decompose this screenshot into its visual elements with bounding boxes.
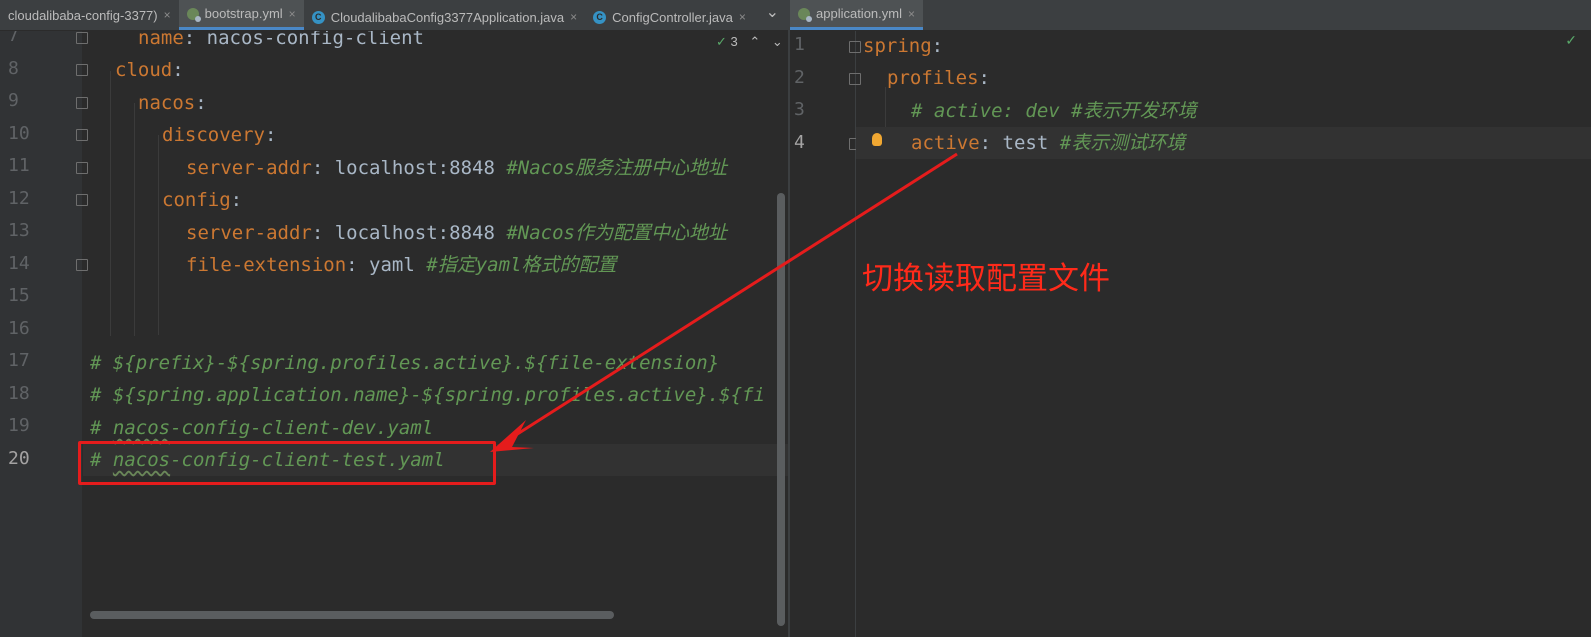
- chevron-down-icon[interactable]: ⌄: [772, 34, 783, 49]
- code-line-18: # ${spring.application.name}-${spring.pr…: [90, 384, 765, 406]
- tab-label: CloudalibabaConfig3377Application.java: [330, 9, 565, 25]
- indent-guide: [158, 135, 159, 335]
- close-icon[interactable]: ×: [570, 10, 577, 24]
- indent-guide: [885, 87, 886, 127]
- close-icon[interactable]: ×: [739, 10, 746, 24]
- tab-label: cloudalibaba-config-3377): [8, 7, 158, 23]
- lightbulb-icon[interactable]: [872, 133, 882, 146]
- yaml-file-icon: [798, 7, 812, 22]
- java-class-icon: C: [593, 10, 607, 24]
- left-tab-bar: cloudalibaba-config-3377) × bootstrap.ym…: [0, 0, 789, 31]
- code-line-4: active: test #表示测试环境: [911, 132, 1186, 154]
- yaml-key: nacos: [138, 92, 196, 114]
- java-class-icon: C: [311, 10, 325, 24]
- yaml-key: server-addr: [186, 222, 312, 244]
- indent-guide: [134, 103, 135, 336]
- code-line-19: # nacos-config-client-dev.yaml: [90, 412, 433, 444]
- vertical-scrollbar[interactable]: [777, 193, 785, 626]
- chevron-up-icon[interactable]: ⌃: [749, 34, 760, 49]
- check-icon: ✓: [716, 34, 727, 49]
- tab-overflow-chevron-icon[interactable]: ⌄: [766, 2, 779, 22]
- indent-guide: [110, 71, 111, 336]
- tab-label: bootstrap.yml: [204, 6, 283, 21]
- code-area[interactable]: name: nacos-config-client cloud: nacos: …: [0, 31, 788, 637]
- code-line-17: # ${prefix}-${spring.profiles.active}.${…: [90, 352, 720, 374]
- code-line-7: name: nacos-config-client: [138, 31, 424, 54]
- yaml-key: server-addr: [186, 157, 312, 179]
- yaml-key: name: [138, 31, 184, 49]
- warning-count: 3: [730, 34, 738, 49]
- yaml-comment: #Nacos服务注册中心地址: [506, 157, 727, 179]
- yaml-value: localhost:8848: [334, 222, 495, 244]
- code-line-1: spring:: [863, 35, 944, 57]
- tab-cloudalibaba-config[interactable]: cloudalibaba-config-3377) ×: [0, 0, 179, 30]
- code-area[interactable]: spring: profiles: # active: dev #表示开发环境 …: [790, 31, 1591, 637]
- typo-word: nacos: [112, 417, 171, 439]
- code-line-14: file-extension: yaml #指定yaml格式的配置: [186, 254, 617, 276]
- yaml-key: file-extension: [186, 254, 347, 276]
- yaml-key: config: [162, 189, 231, 211]
- left-editor[interactable]: 7 8 9 10 11 12 13 14 15 16 17 18 19 20 n…: [0, 31, 788, 637]
- yaml-key: spring: [863, 35, 932, 57]
- tab-label: application.yml: [816, 6, 902, 21]
- code-line-12: config:: [162, 189, 243, 211]
- tab-application-yml[interactable]: application.yml ×: [790, 0, 924, 30]
- yaml-value: test: [1002, 132, 1049, 154]
- close-icon[interactable]: ×: [908, 7, 915, 21]
- code-line-3: # active: dev #表示开发环境: [911, 100, 1197, 122]
- inspection-widget[interactable]: ✓ 3 ⌃ ⌄: [716, 34, 783, 50]
- yaml-file-icon: [186, 7, 201, 22]
- yaml-key: cloud: [115, 59, 173, 81]
- right-editor[interactable]: 1 2 3 4 spring: profiles: # active: dev …: [790, 31, 1591, 637]
- code-line-10: discovery:: [162, 124, 277, 146]
- close-icon[interactable]: ×: [289, 7, 296, 21]
- tab-bootstrap-yml[interactable]: bootstrap.yml ×: [178, 0, 304, 30]
- comment-text: -config-client-dev.yaml: [170, 417, 434, 439]
- check-icon: ✓: [1565, 32, 1577, 48]
- annotation-text: 切换读取配置文件: [862, 261, 1110, 297]
- tab-cloudalibaba-application-java[interactable]: C CloudalibabaConfig3377Application.java…: [304, 2, 585, 30]
- yaml-key: active: [911, 132, 980, 154]
- yaml-value: nacos-config-client: [206, 31, 424, 49]
- yaml-comment: #表示测试环境: [1059, 132, 1186, 154]
- yaml-key: discovery: [162, 124, 265, 146]
- code-line-8: cloud:: [115, 59, 184, 81]
- code-line-11: server-addr: localhost:8848 #Nacos服务注册中心…: [186, 157, 727, 179]
- tab-config-controller-java[interactable]: C ConfigController.java ×: [585, 2, 754, 30]
- close-icon[interactable]: ×: [164, 8, 171, 22]
- tab-label: ConfigController.java: [612, 9, 733, 25]
- yaml-value: localhost:8848: [334, 157, 495, 179]
- code-line-9: nacos:: [138, 92, 207, 114]
- yaml-comment: #指定yaml格式的配置: [426, 254, 617, 276]
- code-line-13: server-addr: localhost:8848 #Nacos作为配置中心…: [186, 222, 727, 244]
- comment-hash: #: [90, 417, 113, 439]
- code-line-2: profiles:: [887, 67, 990, 89]
- horizontal-scrollbar[interactable]: [90, 611, 614, 619]
- yaml-comment: #Nacos作为配置中心地址: [506, 222, 727, 244]
- highlight-box: [78, 441, 496, 485]
- yaml-key: profiles: [887, 67, 979, 89]
- yaml-value: yaml: [369, 254, 415, 276]
- right-tab-bar: application.yml ×: [790, 0, 1591, 31]
